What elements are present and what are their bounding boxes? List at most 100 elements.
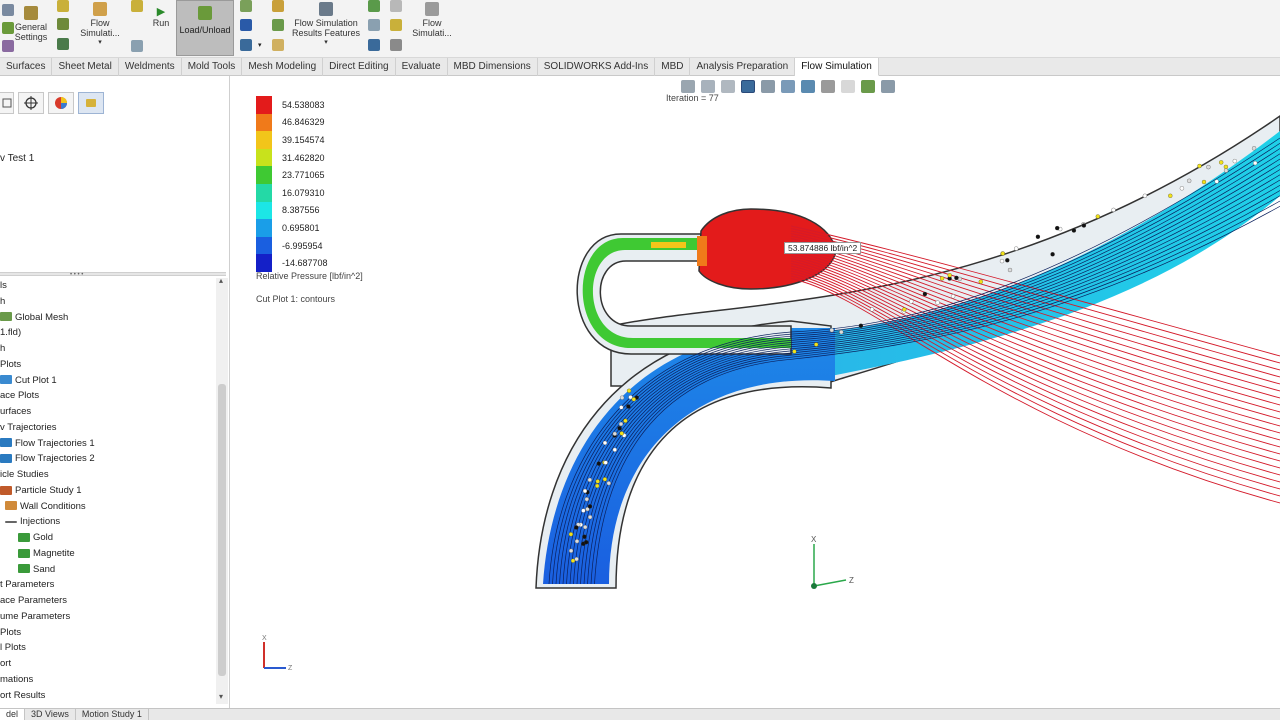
previous-view-icon[interactable] bbox=[721, 80, 735, 93]
general-settings-button[interactable]: General Settings bbox=[12, 6, 50, 42]
particle-marker bbox=[612, 447, 617, 452]
section-view-icon[interactable] bbox=[741, 80, 755, 93]
flow-simulation-button-2[interactable]: Flow Simulati... bbox=[410, 2, 454, 38]
probe-value-label[interactable]: 53.874886 lbf/in^2 bbox=[784, 242, 862, 254]
ribbon-small-icon[interactable] bbox=[57, 0, 69, 12]
legend-title: Relative Pressure [lbf/in^2] bbox=[256, 271, 363, 281]
tree-node[interactable]: 1.fld) bbox=[0, 325, 214, 341]
tree-node[interactable]: Sand bbox=[0, 562, 214, 578]
tab-mesh-modeling[interactable]: Mesh Modeling bbox=[242, 58, 324, 76]
particle-marker bbox=[602, 440, 608, 446]
legend-entry: 39.154574 bbox=[256, 131, 325, 149]
tab-direct-editing[interactable]: Direct Editing bbox=[323, 58, 396, 76]
ribbon-small-icon[interactable] bbox=[240, 39, 252, 51]
ribbon-small-icon[interactable] bbox=[390, 19, 402, 31]
bottom-tab[interactable]: Motion Study 1 bbox=[76, 709, 149, 720]
tab-evaluate[interactable]: Evaluate bbox=[396, 58, 448, 76]
edit-appearance-icon[interactable] bbox=[841, 80, 855, 93]
tab-flow-simulation[interactable]: Flow Simulation bbox=[795, 58, 879, 76]
apply-scene-icon[interactable] bbox=[861, 80, 875, 93]
chevron-down-icon[interactable]: ▾ bbox=[98, 38, 102, 48]
ribbon-small-icon[interactable] bbox=[131, 0, 143, 12]
ribbon-small-icon[interactable] bbox=[240, 0, 252, 12]
tree-node[interactable]: Flow Trajectories 1 bbox=[0, 436, 214, 452]
tab-mold-tools[interactable]: Mold Tools bbox=[182, 58, 243, 76]
ribbon-small-icon[interactable] bbox=[240, 19, 252, 31]
tree-node[interactable]: Wall Conditions bbox=[0, 499, 214, 515]
run-button[interactable]: ▶ Run bbox=[148, 6, 174, 28]
legend-entry: -14.687708 bbox=[256, 254, 328, 272]
ribbon-small-icon[interactable] bbox=[57, 38, 69, 50]
tree-node[interactable]: ume Parameters bbox=[0, 609, 214, 625]
ribbon-small-icon[interactable] bbox=[272, 39, 284, 51]
tree-node[interactable]: urfaces bbox=[0, 404, 214, 420]
tab-weldments[interactable]: Weldments bbox=[119, 58, 182, 76]
configuration-manager-tab[interactable] bbox=[18, 92, 44, 114]
ribbon-small-icon[interactable] bbox=[368, 19, 380, 31]
wall-icon bbox=[5, 501, 17, 511]
hide-show-items-icon[interactable] bbox=[821, 80, 835, 93]
tree-node[interactable]: t Parameters bbox=[0, 577, 214, 593]
tab-solidworks-add-ins[interactable]: SOLIDWORKS Add-Ins bbox=[538, 58, 656, 76]
ribbon-small-icon[interactable] bbox=[272, 0, 284, 12]
tree-node[interactable]: Cut Plot 1 bbox=[0, 373, 214, 389]
tree-node[interactable]: Injections bbox=[0, 514, 214, 530]
tree-node[interactable]: Particle Study 1 bbox=[0, 483, 214, 499]
view-settings-icon[interactable] bbox=[881, 80, 895, 93]
zoom-to-area-icon[interactable] bbox=[701, 80, 715, 93]
tree-node[interactable]: ort bbox=[0, 656, 214, 672]
property-manager-tab[interactable] bbox=[0, 92, 14, 114]
view-triad[interactable]: X Z bbox=[811, 535, 854, 589]
load-unload-button[interactable]: Load/Unload bbox=[176, 0, 234, 56]
graphics-viewport[interactable]: X Z X Z Iteration = 77 54.538083 46.84632… bbox=[231, 76, 1280, 708]
tree-node[interactable]: icle Studies bbox=[0, 467, 214, 483]
tree-node[interactable]: h bbox=[0, 294, 214, 310]
ribbon-small-icon[interactable] bbox=[390, 0, 402, 12]
tree-node[interactable]: Gold bbox=[0, 530, 214, 546]
tree-node[interactable]: ls bbox=[0, 278, 214, 294]
tree-node[interactable]: v Trajectories bbox=[0, 420, 214, 436]
tree-node[interactable]: Global Mesh bbox=[0, 310, 214, 326]
particle-marker bbox=[1223, 168, 1229, 173]
bottom-tab[interactable]: 3D Views bbox=[25, 709, 76, 720]
tab-analysis-preparation[interactable]: Analysis Preparation bbox=[690, 58, 796, 76]
scrollbar-thumb[interactable] bbox=[218, 384, 226, 676]
ribbon-small-icon[interactable] bbox=[390, 39, 402, 51]
flow-simulation-tab[interactable] bbox=[78, 92, 104, 114]
tree-node[interactable]: mations bbox=[0, 672, 214, 688]
tree-node[interactable]: ace Plots bbox=[0, 388, 214, 404]
tree-node[interactable]: Flow Trajectories 2 bbox=[0, 451, 214, 467]
ribbon-small-icon[interactable] bbox=[272, 19, 284, 31]
tree-node[interactable]: ort Results bbox=[0, 688, 214, 704]
ribbon-small-icon[interactable] bbox=[131, 40, 143, 52]
flow-simulation-results-features-button[interactable]: Flow Simulation Results Features ▾ bbox=[290, 2, 362, 48]
panel-splitter[interactable]: • • • • bbox=[0, 272, 226, 278]
scroll-down-icon[interactable]: ▾ bbox=[219, 692, 223, 701]
tab-mbd[interactable]: MBD bbox=[655, 58, 691, 76]
tree-scrollbar[interactable]: ▴ ▾ bbox=[216, 276, 228, 704]
bottom-tab[interactable]: del bbox=[0, 709, 26, 720]
legend-swatch bbox=[256, 254, 272, 272]
chevron-down-icon[interactable]: ▾ bbox=[258, 41, 262, 49]
tab-surfaces[interactable]: Surfaces bbox=[0, 58, 53, 76]
tree-node[interactable]: l Plots bbox=[0, 640, 214, 656]
tree-node[interactable]: h bbox=[0, 341, 214, 357]
tree-node[interactable]: Magnetite bbox=[0, 546, 214, 562]
scroll-up-icon[interactable]: ▴ bbox=[219, 276, 223, 285]
ribbon-small-icon[interactable] bbox=[368, 0, 380, 12]
tree-node[interactable]: ace Parameters bbox=[0, 593, 214, 609]
display-manager-tab[interactable] bbox=[48, 92, 74, 114]
tree-node[interactable]: Plots bbox=[0, 357, 214, 373]
display-style-icon[interactable] bbox=[801, 80, 815, 93]
zoom-to-fit-icon[interactable] bbox=[681, 80, 695, 93]
dynamic-annotation-icon[interactable] bbox=[761, 80, 775, 93]
ribbon-small-icon[interactable] bbox=[57, 18, 69, 30]
project-name[interactable]: v Test 1 bbox=[0, 153, 34, 164]
tab-mbd-dimensions[interactable]: MBD Dimensions bbox=[448, 58, 538, 76]
view-orientation-icon[interactable] bbox=[781, 80, 795, 93]
tree-node[interactable]: Plots bbox=[0, 625, 214, 641]
tab-sheet-metal[interactable]: Sheet Metal bbox=[52, 58, 119, 76]
chevron-down-icon[interactable]: ▾ bbox=[324, 38, 328, 48]
flow-simulation-button-1[interactable]: Flow Simulati... ▾ bbox=[78, 2, 122, 48]
ribbon-small-icon[interactable] bbox=[368, 39, 380, 51]
